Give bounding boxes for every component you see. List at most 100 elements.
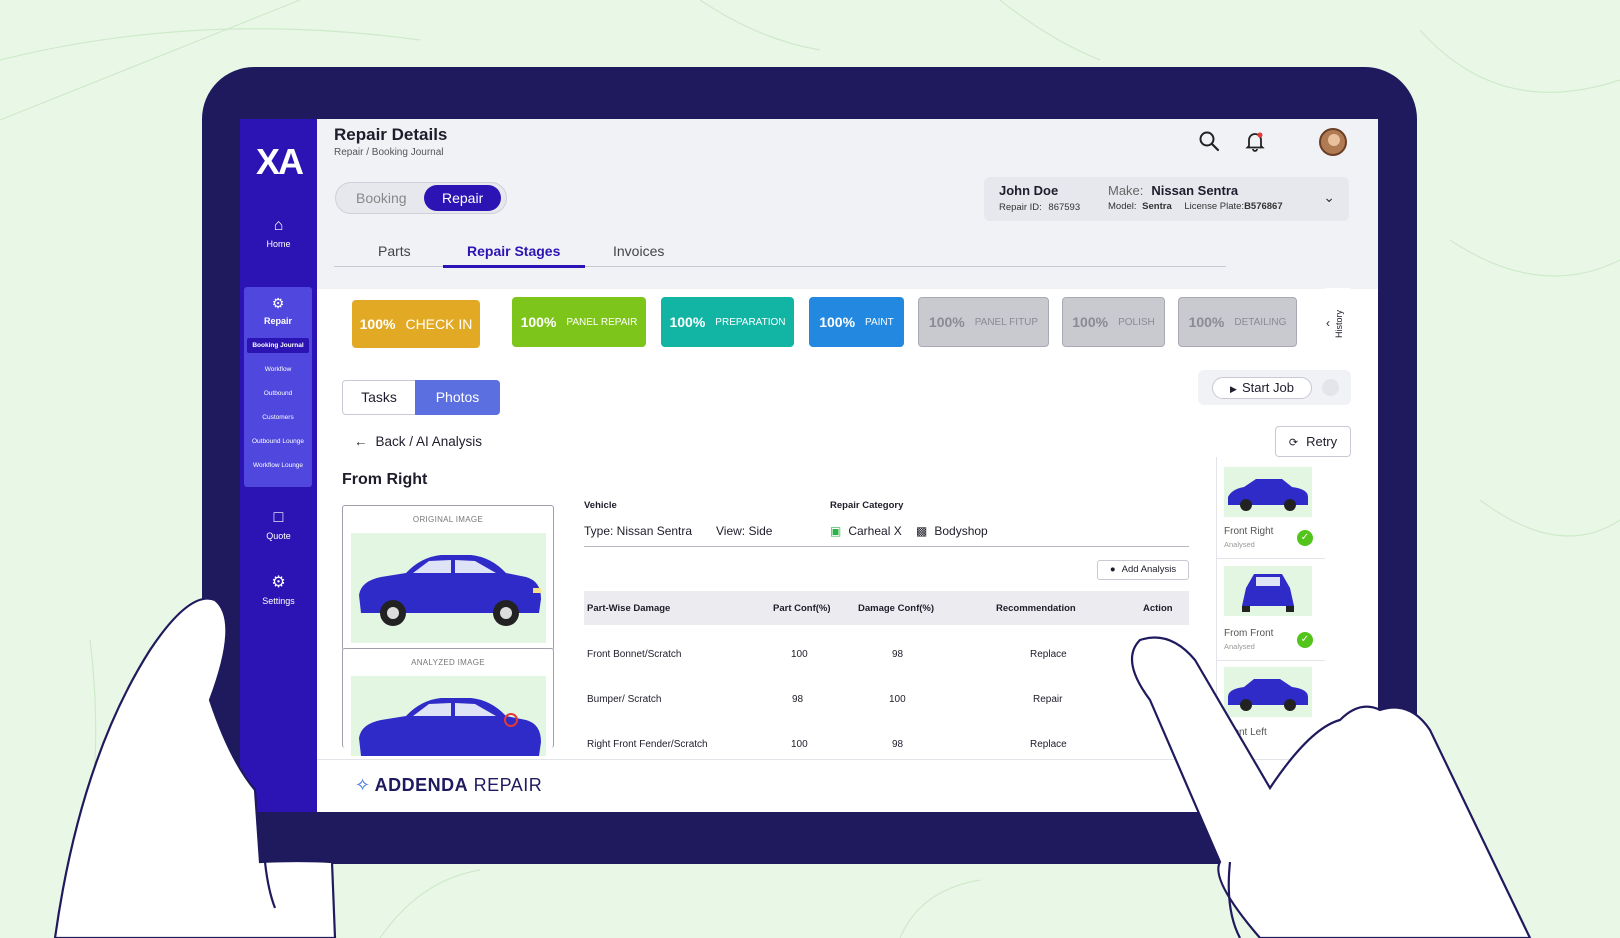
sidebar-item-settings[interactable]: ⚙ Settings	[240, 572, 317, 606]
stage-detailing[interactable]: 100% DETAILING	[1178, 297, 1297, 347]
stop-icon[interactable]	[1322, 379, 1339, 396]
vehicle-label: Vehicle	[584, 500, 617, 511]
sidebar-item-label: Home	[266, 239, 291, 249]
original-image	[351, 533, 546, 643]
breadcrumb[interactable]: Repair / Booking Journal	[334, 147, 444, 158]
part-damage: Front Bonnet/Scratch	[587, 649, 682, 660]
part-confidence: 100	[791, 739, 808, 750]
toggle-repair[interactable]: Repair	[424, 185, 502, 211]
sidebar-subitem-workflow[interactable]: Workflow	[247, 362, 309, 377]
model-label: Model:	[1108, 201, 1137, 212]
check-circle-icon: ✓	[1297, 632, 1313, 648]
recommendation: Replace	[1030, 649, 1067, 660]
stage-label: PANEL REPAIR	[566, 316, 638, 328]
part-damage: Bumper/ Scratch	[587, 694, 662, 705]
tab-parts[interactable]: Parts	[378, 243, 411, 259]
car-icon: ▩	[916, 524, 928, 538]
image-caption: ORIGINAL IMAGE	[412, 515, 484, 524]
start-job-button[interactable]: ▶ Start Job	[1212, 377, 1312, 399]
brand-mark-icon: ✧	[355, 775, 371, 795]
plate-label: License Plate:	[1184, 201, 1245, 212]
stage-panel-repair[interactable]: 100% PANEL REPAIR	[512, 297, 646, 347]
view-title: From Right	[342, 471, 428, 488]
brand-logo: ✧ ADDENDA REPAIR	[355, 775, 542, 796]
toggle-booking[interactable]: Booking	[356, 185, 407, 211]
analyzed-image-card[interactable]: ANALYZED IMAGE	[342, 648, 554, 756]
document-icon: □	[273, 509, 284, 526]
history-panel-toggle[interactable]: ‹ History	[1320, 288, 1350, 358]
start-job-label: Start Job	[1241, 380, 1294, 395]
part-confidence: 98	[792, 694, 804, 705]
search-icon[interactable]	[1197, 129, 1221, 153]
home-icon: ⌂	[273, 217, 284, 234]
car-image	[1228, 479, 1308, 511]
retry-button[interactable]: ⟳ Retry	[1275, 426, 1351, 457]
make-value: Nissan Sentra	[1151, 183, 1239, 198]
repair-search-icon: ⚙	[271, 295, 285, 311]
thumbnail-name: From Front	[1224, 628, 1274, 639]
stage-polish[interactable]: 100% POLISH	[1062, 297, 1165, 347]
brand-name: ADDENDA	[374, 775, 469, 795]
back-label: Back / AI Analysis	[375, 434, 483, 449]
damage-confidence: 98	[892, 739, 904, 750]
booking-repair-toggle: Booking Repair	[335, 182, 507, 214]
stage-label: POLISH	[1118, 316, 1155, 328]
tab-invoices[interactable]: Invoices	[613, 243, 664, 259]
part-confidence: 100	[791, 649, 808, 660]
stage-panel-fitup[interactable]: 100% PANEL FITUP	[918, 297, 1049, 347]
sidebar-subitem-customers[interactable]: Customers	[247, 410, 309, 425]
garage-icon: ▣	[830, 524, 842, 538]
add-analysis-button[interactable]: ● Add Analysis	[1097, 560, 1189, 580]
avatar[interactable]	[1319, 128, 1347, 156]
stage-label: PREPARATION	[715, 316, 786, 328]
car-image	[1228, 679, 1308, 711]
sidebar-item-repair[interactable]: ⚙ Repair	[244, 287, 312, 326]
customer-summary[interactable]: John Doe Repair ID: 867593 Make: Nissan S…	[984, 177, 1349, 221]
stage-label: PAINT	[865, 316, 894, 328]
column-header: Part Conf(%)	[773, 603, 831, 614]
stage-label: CHECK IN	[405, 316, 473, 332]
tab-photos[interactable]: Photos	[415, 380, 500, 415]
sidebar-item-label: Repair	[263, 316, 292, 326]
sidebar-item-label: Settings	[262, 596, 295, 606]
sidebar-subitem-outbound[interactable]: Outbound	[247, 386, 309, 401]
retry-label: Retry	[1306, 434, 1338, 449]
sidebar: XA ⌂ Home ⚙ Repair Booking Journal Workf…	[240, 119, 317, 812]
sidebar-subitem-workflow-lounge[interactable]: Workflow Lounge	[247, 458, 309, 473]
column-header: Part-Wise Damage	[587, 603, 671, 614]
back-link[interactable]: ← Back / AI Analysis	[354, 434, 482, 449]
divider	[1217, 660, 1325, 661]
arrow-left-icon: ←	[354, 434, 368, 449]
history-label: History	[1334, 309, 1344, 338]
tab-tasks[interactable]: Tasks	[343, 381, 415, 414]
chevron-down-icon[interactable]: ⌄	[1323, 189, 1335, 206]
sidebar-subitem-booking-journal[interactable]: Booking Journal	[247, 338, 309, 353]
bell-icon[interactable]	[1243, 129, 1267, 153]
category-bodyshop: ▩ Bodyshop	[916, 524, 988, 538]
check-circle-icon: ✓	[1297, 530, 1313, 546]
tab-repair-stages[interactable]: Repair Stages	[467, 243, 560, 259]
analyzed-image	[351, 676, 546, 756]
sidebar-subitem-outbound-lounge[interactable]: Outbound Lounge	[247, 434, 309, 449]
stage-check-in[interactable]: 100% CHECK IN	[352, 300, 480, 348]
gear-icon: ⚙	[271, 574, 286, 591]
category-bodyshop-label: Bodyshop	[934, 524, 988, 538]
original-image-card[interactable]: ORIGINAL IMAGE	[342, 505, 554, 651]
stage-preparation[interactable]: 100% PREPARATION	[661, 297, 794, 347]
thumbnail-name: Front Right	[1224, 526, 1274, 537]
stage-percent: 100%	[928, 314, 965, 330]
stage-paint[interactable]: 100% PAINT	[809, 297, 904, 347]
thumbnail-status: Analysed	[1224, 642, 1255, 651]
app-logo: XA	[255, 141, 304, 182]
sidebar-item-label: Quote	[266, 531, 291, 541]
plus-circle-icon: ●	[1109, 564, 1116, 575]
damage-confidence: 98	[892, 649, 904, 660]
repair-id: Repair ID: 867593	[999, 202, 1080, 213]
stage-percent: 100%	[520, 314, 557, 330]
photo-thumbnail-list: Front Right Analysed ✓ From Front Analys…	[1216, 457, 1325, 747]
sidebar-item-quote[interactable]: □ Quote	[240, 509, 317, 541]
sidebar-item-home[interactable]: ⌂ Home	[240, 217, 317, 249]
footer-bar: ✧ ADDENDA REPAIR	[317, 759, 1378, 812]
damage-table-header: Part-Wise Damage Part Conf(%) Damage Con…	[584, 591, 1189, 625]
column-header: Damage Conf(%)	[858, 603, 935, 614]
